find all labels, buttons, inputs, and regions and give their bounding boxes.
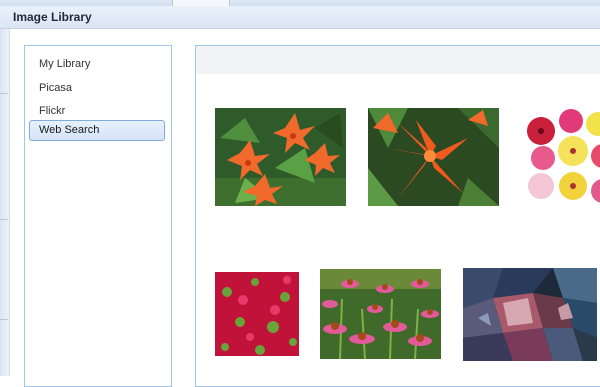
dialog-title: Image Library [13, 10, 92, 24]
image-thumbnail[interactable] [215, 108, 346, 206]
sidebar-item-label: Web Search [39, 124, 100, 136]
hibiscus-flowers-image [523, 106, 600, 205]
sidebar-item-web-search[interactable]: Web Search [29, 120, 165, 141]
image-thumbnail[interactable] [368, 108, 499, 206]
image-thumbnail[interactable] [523, 106, 600, 205]
image-thumbnail[interactable] [215, 272, 299, 356]
sidebar-item-picasa[interactable]: Picasa [29, 78, 165, 99]
sidebar-item-label: Picasa [39, 82, 73, 94]
orange-lily-image [368, 108, 499, 206]
crumpled-paper-image [463, 268, 597, 361]
image-library-dialog: Image Library My Library Picasa Flickr W… [0, 6, 600, 387]
image-gallery [195, 45, 600, 387]
coneflowers-image [320, 269, 441, 359]
background-app-edge [0, 29, 10, 376]
sidebar-item-flickr[interactable]: Flickr [29, 101, 165, 122]
source-sidebar: My Library Picasa Flickr Web Search [24, 45, 172, 387]
sidebar-item-label: My Library [39, 58, 91, 70]
edge-mark [0, 319, 8, 320]
image-thumbnail[interactable] [320, 269, 441, 359]
gallery-toolbar [196, 46, 600, 74]
orange-lilies-image [215, 108, 346, 206]
edge-mark [0, 219, 8, 220]
sidebar-item-my-library[interactable]: My Library [29, 54, 165, 75]
edge-mark [0, 93, 8, 94]
flower-bed-image [215, 272, 299, 356]
dialog-titlebar[interactable]: Image Library [0, 6, 600, 29]
sidebar-item-label: Flickr [39, 105, 66, 117]
image-thumbnail[interactable] [463, 268, 597, 361]
